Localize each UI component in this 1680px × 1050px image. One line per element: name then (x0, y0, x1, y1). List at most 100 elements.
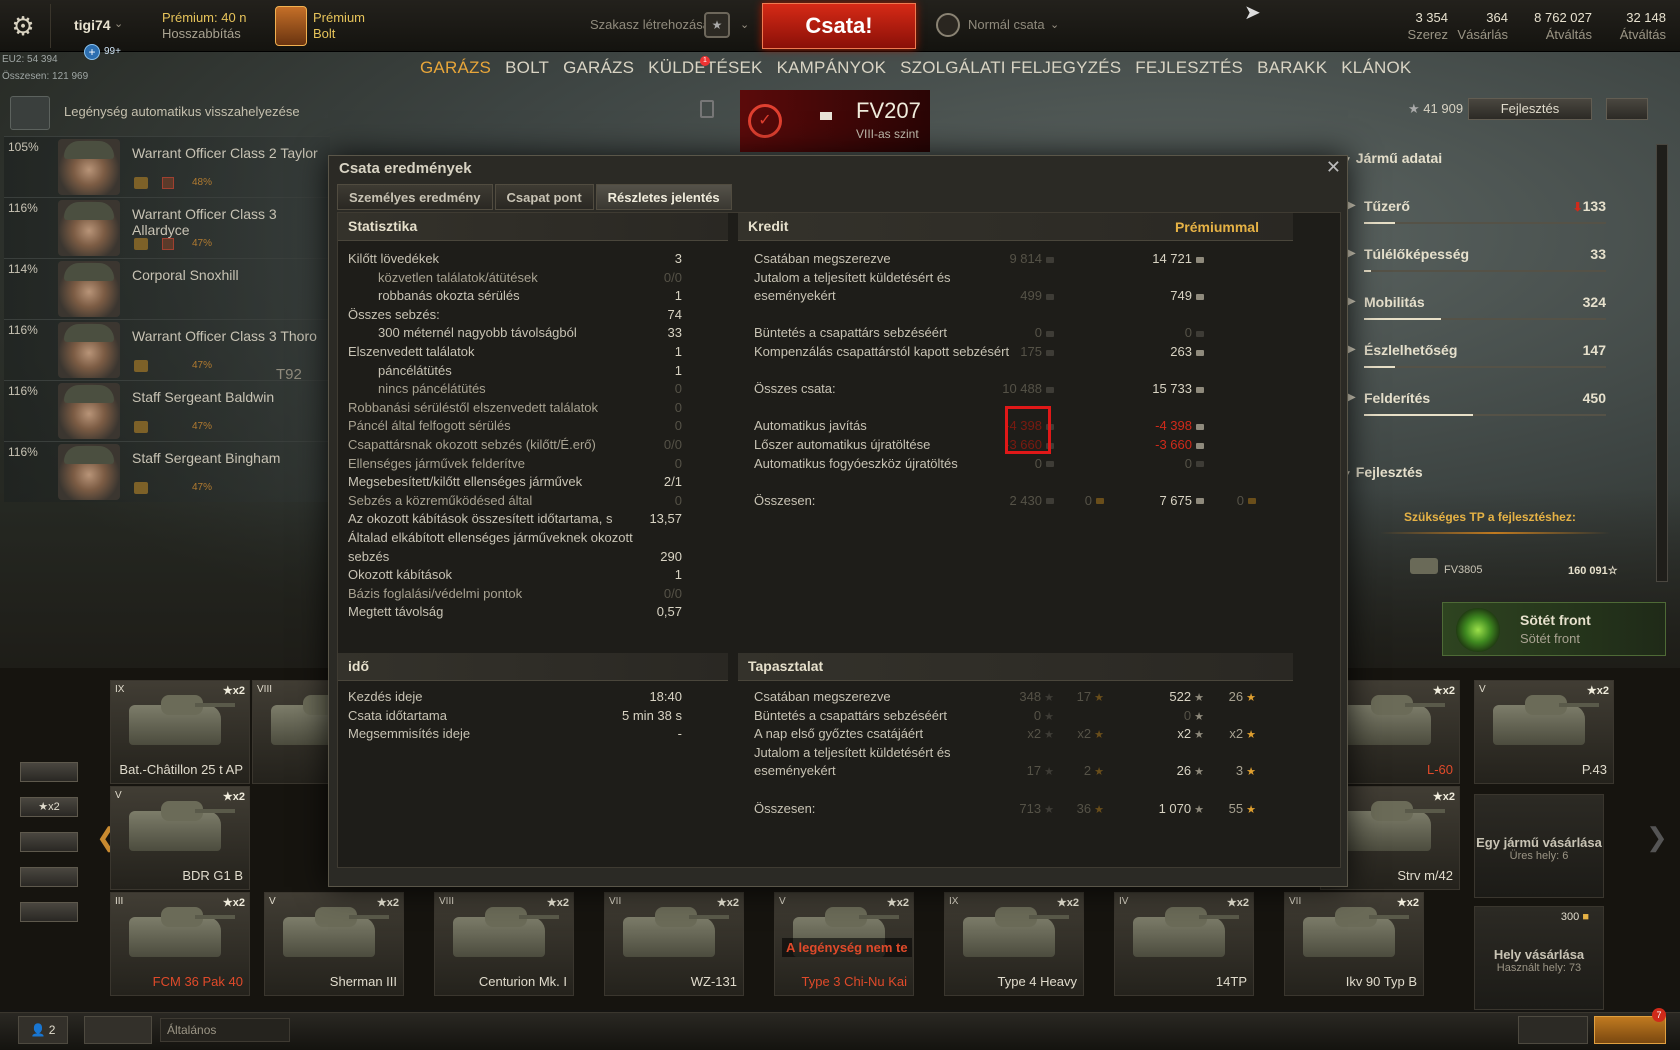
xp-base-value: 17 (1026, 763, 1042, 779)
next-tank[interactable]: FV3805 (1444, 564, 1483, 576)
xp-prem-value: x2 (1177, 726, 1192, 742)
crew-name: Warrant Officer Class 3 Thoro (132, 328, 317, 344)
stat-bar (1364, 414, 1606, 416)
tech-tree-button[interactable] (1606, 98, 1648, 120)
xp-prem: 26 ★ (1114, 763, 1204, 778)
chat-icon[interactable] (84, 1016, 152, 1044)
premium-shop-label[interactable]: Prémium (313, 10, 365, 25)
divider (50, 4, 51, 48)
checkmark-icon[interactable]: ✓ (748, 104, 782, 138)
crew-helmet (64, 385, 114, 403)
carousel-right-arrow-icon[interactable]: ❯ (1646, 822, 1668, 853)
crew-helmet (64, 141, 114, 159)
premium-shop-icon[interactable] (275, 6, 307, 46)
tank-icon[interactable] (1410, 558, 1438, 574)
tank-card[interactable]: IX ★x2 Bat.-Châtillon 25 t AP (110, 680, 250, 784)
crew-name: Staff Sergeant Bingham (132, 450, 281, 466)
crew-settings-button[interactable] (10, 96, 50, 130)
credit-label: Lőszer automatikus újratöltése (754, 437, 931, 452)
nav-research[interactable]: FEJLESZTÉS (1135, 58, 1243, 78)
stat-value: 0 (674, 418, 682, 434)
platoon-icon[interactable]: ★ (704, 12, 730, 38)
tank-card[interactable]: IV ★x2 14TP (1114, 892, 1254, 996)
chat-channel-input[interactable]: Általános (160, 1018, 290, 1042)
tab-detailed[interactable]: Részletes jelentés (595, 184, 732, 210)
xp-prem-free: x2 ★ (1208, 726, 1256, 741)
filter-favorite-icon[interactable] (20, 902, 78, 922)
credit-icon (1196, 442, 1204, 449)
nav-shop[interactable]: BOLT (505, 58, 549, 78)
xp-label: A nap első győztes csatájáért (754, 726, 924, 742)
chevron-down-icon[interactable]: ⌄ (114, 17, 123, 30)
filter-x2-button[interactable]: ★x2 (20, 797, 78, 817)
crew-member[interactable]: 116% Staff Sergeant Bingham 47% (4, 441, 330, 502)
premium-status[interactable]: Prémium: 40 n (162, 10, 247, 26)
tank-card[interactable]: VII ★x2 WZ-131 (604, 892, 744, 996)
stat-value: 2/1 (663, 474, 682, 490)
tab-team[interactable]: Csapat pont (494, 184, 594, 210)
crew-member[interactable]: 114% Corporal Snoxhill (4, 258, 330, 319)
filter-event-icon[interactable] (20, 867, 78, 887)
tank-tier: VII (609, 896, 622, 907)
buy-vehicle-slot[interactable]: Egy jármű vásárlása Üres hely: 6 (1474, 794, 1604, 898)
tab-personal[interactable]: Személyes eredmény (337, 184, 493, 210)
chevron-down-icon[interactable]: ⌄ (740, 18, 749, 31)
resource-gold[interactable]: 364 Vásárlás (1452, 10, 1508, 42)
create-platoon[interactable]: Szakasz létrehozása (590, 17, 710, 32)
nav-clans[interactable]: KLÁNOK (1341, 58, 1411, 78)
stat-label: 300 méternél nagyobb távolságból (378, 325, 577, 341)
crew-member[interactable]: 105% Warrant Officer Class 2 Taylor 48% (4, 136, 330, 197)
filter-tank-icon[interactable] (20, 762, 78, 782)
chevron-down-icon[interactable]: ⌄ (1050, 18, 1059, 31)
battle-button[interactable]: Csata! (762, 3, 916, 49)
resource-credits[interactable]: 8 762 027 Átváltás (1518, 10, 1592, 42)
settings-gear-icon[interactable]: ⚙ (8, 12, 38, 42)
tank-card[interactable]: IX ★x2 Type 4 Heavy (944, 892, 1084, 996)
tank-card[interactable]: III ★x2 FCM 36 Pak 40 (110, 892, 250, 996)
research-button[interactable]: Fejlesztés (1468, 98, 1592, 120)
credit-premium-value: -4 398 (1155, 418, 1192, 434)
premium-shop-label-2[interactable]: Bolt (313, 26, 335, 41)
nav-garage[interactable]: GARÁZS (563, 58, 634, 78)
nav-campaigns[interactable]: KAMPÁNYOK (777, 58, 887, 78)
research-header[interactable]: ▼ Fejlesztés (1342, 464, 1423, 480)
star-icon: ★ (1094, 803, 1104, 816)
nav-barracks[interactable]: BARAKK (1257, 58, 1327, 78)
tank-card[interactable]: V ★x2 Sherman III (264, 892, 404, 996)
nav-service-record[interactable]: SZOLGÁLATI FELJEGYZÉS (900, 58, 1121, 78)
crew-member[interactable]: 116% Warrant Officer Class 3 Allardyce 47% (4, 197, 330, 258)
double-xp-badge: ★x2 (546, 897, 569, 909)
vehicle-data-header[interactable]: ▼ Jármű adatai (1342, 150, 1442, 166)
premium-extend[interactable]: Hosszabbítás (162, 26, 241, 42)
crew-auto-return[interactable]: Legénység automatikus visszahelyezése (64, 104, 300, 119)
resource-free-xp[interactable]: 3 354 Szerez (1388, 10, 1448, 42)
tank-card[interactable]: V ★x2 P.43 (1474, 680, 1614, 784)
tank-card[interactable]: V ★x2 BDR G1 B (110, 786, 250, 890)
tank-card[interactable]: VIII ★x2 Centurion Mk. I (434, 892, 574, 996)
credit-icon (1196, 330, 1204, 337)
credit-title: Kredit (748, 218, 789, 234)
resource-bonds[interactable]: 32 148 Átváltás (1600, 10, 1666, 42)
lock-icon[interactable] (700, 100, 714, 118)
xp-label: Jutalom a teljesített küldetésért és (754, 744, 951, 760)
contacts-icon[interactable] (1518, 1016, 1588, 1044)
plus-icon[interactable]: + (84, 44, 100, 60)
tank-card[interactable]: VII ★x2 Ikv 90 Typ B (1284, 892, 1424, 996)
rating-server: EU2: 54 394 (2, 54, 58, 65)
username[interactable]: tigi74 (74, 17, 111, 33)
filter-rent-icon[interactable] (20, 832, 78, 852)
double-xp-badge: ★x2 (1396, 897, 1419, 909)
stat-value: 33 (1590, 246, 1606, 262)
buy-slot[interactable]: 300 ■ Hely vásárlása Használt hely: 73 (1474, 906, 1604, 1010)
battle-mode[interactable]: Normál csata (968, 17, 1045, 32)
xp-base: x2 ★ (964, 726, 1054, 741)
nav-garage-active[interactable]: GARÁZS (420, 58, 491, 78)
battle-mode-icon[interactable] (936, 13, 960, 37)
close-icon[interactable]: ✕ (1326, 157, 1341, 178)
players-button[interactable]: 👤 2 (18, 1016, 68, 1044)
double-xp-badge: ★x2 (1226, 897, 1249, 909)
credit-icon (1196, 423, 1204, 430)
crew-member[interactable]: 116% Staff Sergeant Baldwin 47% (4, 380, 330, 441)
gold-icon (1096, 498, 1104, 505)
panel-scrollbar[interactable] (1656, 144, 1668, 582)
